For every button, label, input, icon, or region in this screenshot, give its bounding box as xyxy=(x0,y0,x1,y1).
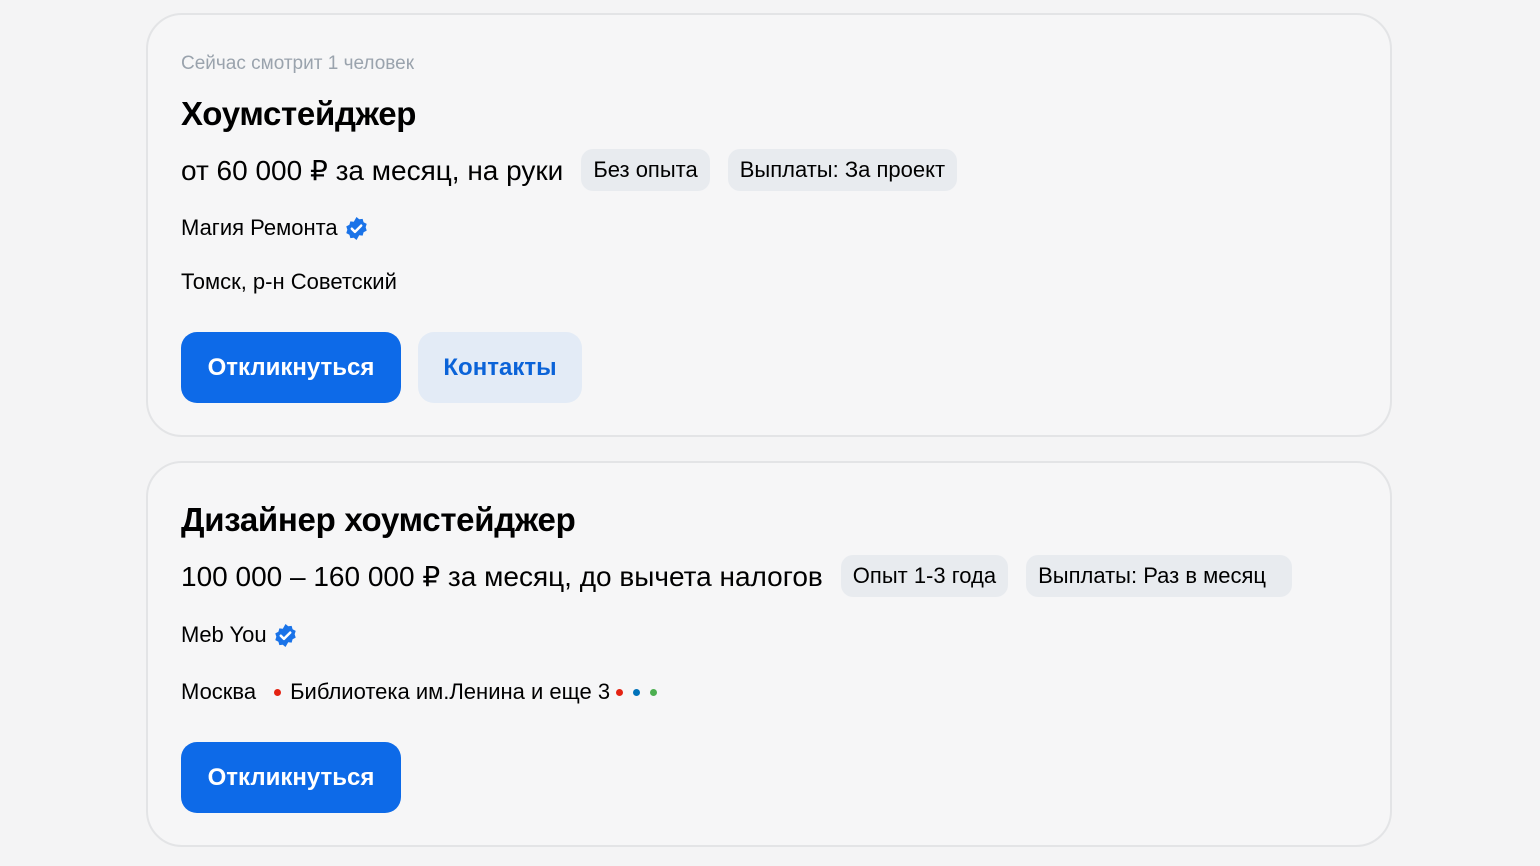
location: Москва Библиотека им.Ленина и еще 3 xyxy=(181,679,662,705)
metro-line-dot xyxy=(633,688,641,696)
location: Томск, р-н Советский xyxy=(181,269,397,294)
salary-row: 100 000 – 160 000 ₽ за месяц, до вычета … xyxy=(181,555,1293,597)
company[interactable]: Meb You xyxy=(181,622,298,648)
vacancy-title[interactable]: Дизайнер хоумстейджер xyxy=(181,501,576,539)
respond-button[interactable]: Откликнуться xyxy=(181,332,401,403)
salary-row: от 60 000 ₽ за месяц, на руки Без опыта … xyxy=(181,149,958,191)
respond-button[interactable]: Откликнуться xyxy=(181,742,401,813)
city: Москва xyxy=(181,679,257,704)
viewers-count: Сейчас смотрит 1 человек xyxy=(181,53,415,74)
verified-icon xyxy=(274,623,296,647)
contacts-button[interactable]: Контакты xyxy=(418,332,582,403)
company-name[interactable]: Магия Ремонта xyxy=(181,215,338,241)
salary: 100 000 – 160 000 ₽ за месяц, до вычета … xyxy=(181,560,823,592)
salary: от 60 000 ₽ за месяц, на руки xyxy=(181,154,564,186)
metro-line-dot xyxy=(650,688,658,696)
company-name[interactable]: Meb You xyxy=(181,622,267,648)
metro-line-dot xyxy=(274,688,282,696)
company[interactable]: Магия Ремонта xyxy=(181,215,369,241)
tag-chip: Опыт 1-3 года xyxy=(840,555,1009,597)
verified-icon xyxy=(345,216,367,240)
tag-chip: Выплаты: Раз в месяц xyxy=(1026,555,1293,597)
metro-station: Библиотека им.Ленина и еще 3 xyxy=(290,679,611,704)
tag-chip: Выплаты: За проект xyxy=(727,149,958,191)
vacancy-card[interactable]: Сейчас смотрит 1 человек Хоумстейджер от… xyxy=(146,13,1392,437)
vacancy-card[interactable]: Дизайнер хоумстейджер 100 000 – 160 000 … xyxy=(146,461,1392,847)
metro-line-dot xyxy=(616,688,624,696)
tag-chip: Без опыта xyxy=(581,149,710,191)
vacancy-title[interactable]: Хоумстейджер xyxy=(181,95,416,133)
